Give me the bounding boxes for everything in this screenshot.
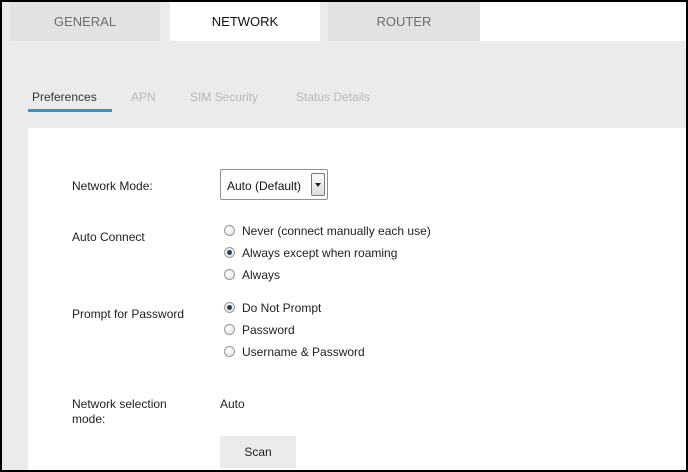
tab-bar-filler	[480, 2, 686, 41]
radio-button[interactable]	[224, 346, 235, 357]
preferences-panel: Network Mode: Auto (Default) Auto Connec…	[28, 128, 686, 470]
network-mode-select[interactable]: Auto (Default)	[220, 169, 328, 200]
radio-button[interactable]	[224, 269, 235, 280]
radio-label: Always	[242, 268, 281, 282]
radio-label: Do Not Prompt	[242, 301, 322, 315]
radio-label: Never (connect manually each use)	[242, 224, 431, 238]
radio-label: Username & Password	[242, 345, 365, 359]
tab-router[interactable]: ROUTER	[328, 2, 480, 41]
chevron-down-icon[interactable]	[311, 173, 325, 196]
subtab-preferences[interactable]: Preferences	[32, 90, 97, 104]
radio-label: Password	[242, 323, 295, 337]
active-subtab-indicator	[28, 109, 112, 112]
tab-network[interactable]: NETWORK	[170, 2, 320, 41]
top-tab-bar: GENERAL NETWORK ROUTER	[2, 2, 686, 41]
network-selection-mode-value: Auto	[220, 397, 245, 411]
radio-button[interactable]	[224, 247, 235, 258]
network-selection-mode-label-line2: mode:	[72, 412, 106, 426]
radio-button[interactable]	[224, 324, 235, 335]
radio-label: Always except when roaming	[242, 246, 398, 260]
subtab-sim-security[interactable]: SIM Security	[190, 90, 258, 104]
subtab-status-details[interactable]: Status Details	[296, 90, 370, 104]
radio-button[interactable]	[224, 225, 235, 236]
scan-button[interactable]: Scan	[220, 436, 296, 468]
tab-general[interactable]: GENERAL	[10, 2, 160, 41]
radio-button[interactable]	[224, 302, 235, 313]
sub-tab-bar: Preferences APN SIM Security Status Deta…	[2, 41, 686, 125]
network-mode-value: Auto (Default)	[227, 179, 302, 193]
settings-window: GENERAL NETWORK ROUTER Preferences APN S…	[0, 0, 688, 472]
prompt-password-label: Prompt for Password	[72, 307, 185, 321]
subtab-apn[interactable]: APN	[131, 90, 156, 104]
network-selection-mode-label-line1: Network selection	[72, 397, 167, 411]
auto-connect-label: Auto Connect	[72, 230, 145, 244]
network-mode-label: Network Mode:	[72, 179, 153, 193]
